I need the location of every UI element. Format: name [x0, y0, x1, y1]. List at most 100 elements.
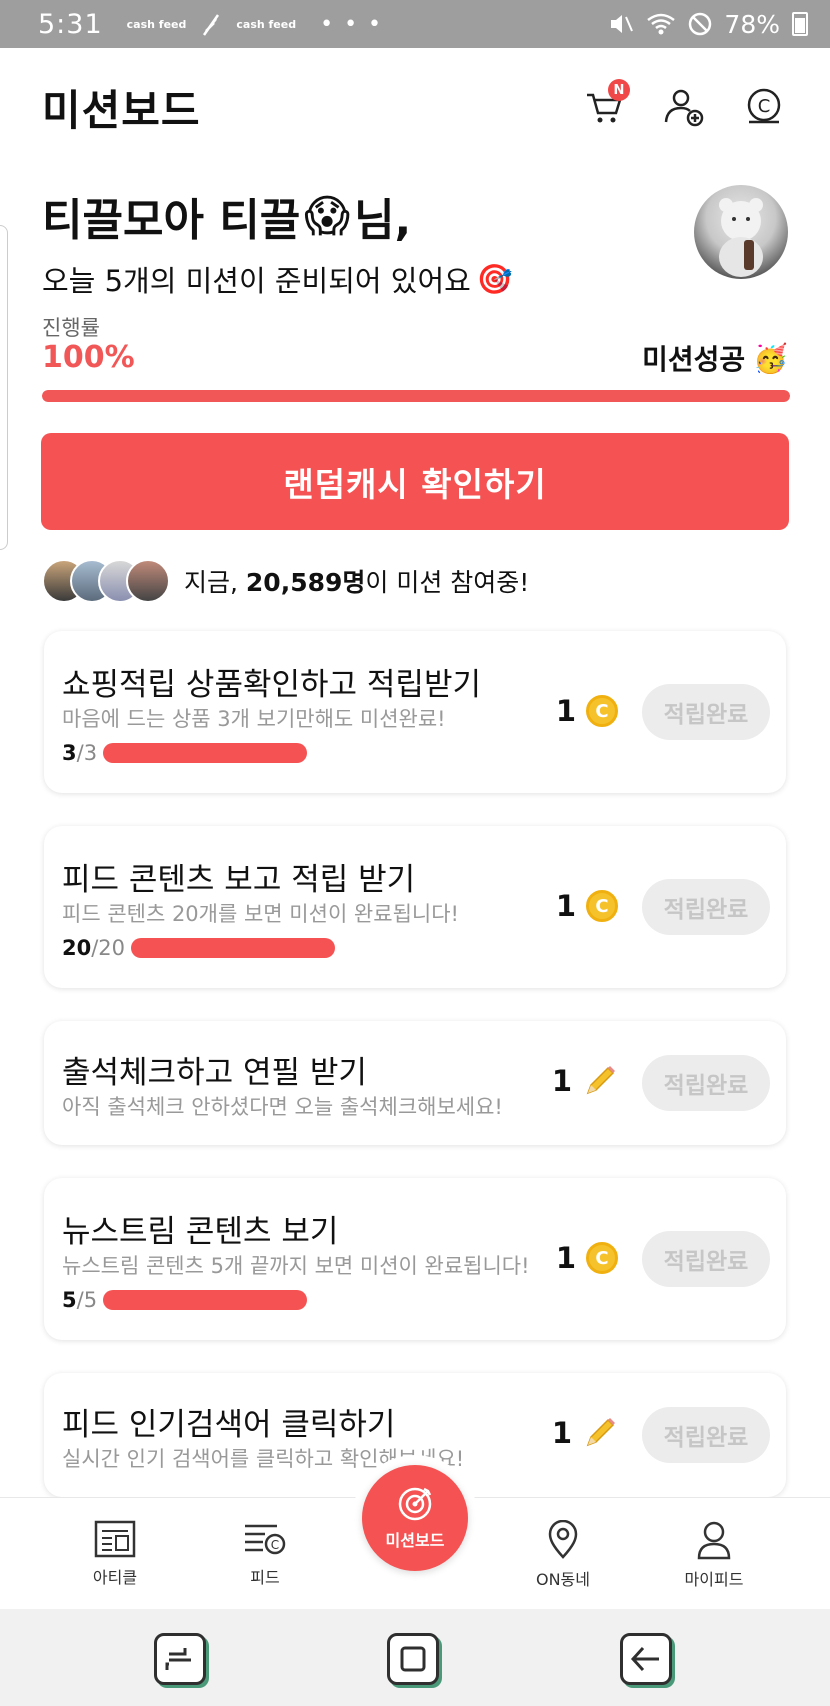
- coin-icon: C: [586, 890, 618, 922]
- nav-on-neighborhood[interactable]: ON동네: [503, 1520, 623, 1590]
- nav-feed-label: 피드: [250, 1568, 280, 1587]
- mission-progress-total: /5: [76, 1288, 98, 1312]
- mission-reward: 1 C: [556, 694, 618, 728]
- participants-text: 지금, 20,589명이 미션 참여중!: [184, 563, 529, 599]
- mission-title: 출석체크하고 연필 받기: [62, 1055, 367, 1091]
- mission-progress-current: 5: [62, 1288, 77, 1312]
- location-pin-icon: [548, 1520, 578, 1559]
- mission-card[interactable]: 출석체크하고 연필 받기 아직 출석체크 안하셨다면 오늘 출석체크해보세요! …: [44, 1021, 786, 1145]
- earned-complete-button[interactable]: 적립완료: [642, 684, 770, 740]
- participants-count: 20,589명: [245, 568, 366, 597]
- mission-card[interactable]: 뉴스트림 콘텐츠 보기 뉴스트림 콘텐츠 5개 끝까지 보면 미션이 완료됩니다…: [44, 1178, 786, 1340]
- mission-desc: 아직 출석체크 안하셨다면 오늘 출석체크해보세요!: [62, 1095, 503, 1119]
- home-button[interactable]: [387, 1633, 439, 1685]
- feed-icon: C: [245, 1524, 286, 1555]
- reward-amount: 1: [555, 1241, 576, 1275]
- do-not-disturb-icon: [689, 12, 712, 36]
- mission-progress: 5/5: [62, 1288, 308, 1312]
- mission-success: 미션성공 🥳: [642, 338, 788, 378]
- target-icon: [398, 1487, 432, 1521]
- earned-complete-button[interactable]: 적립완료: [642, 1231, 770, 1287]
- notification-icons: cash feed cash feed • • •: [127, 11, 383, 37]
- mission-reward: 1: [552, 1063, 618, 1099]
- reward-amount: 1: [551, 1416, 572, 1450]
- cashfeed-notif-icon: cash feed: [236, 17, 297, 31]
- random-cash-button[interactable]: 랜덤캐시 확인하기: [41, 433, 789, 530]
- nav-mission-board[interactable]: 미션보드: [362, 1465, 468, 1571]
- cart-new-badge: N: [608, 79, 630, 101]
- mission-success-label: 미션성공: [642, 343, 746, 376]
- edge-panel-handle[interactable]: [0, 225, 8, 550]
- coin-icon: C: [586, 695, 618, 727]
- greeting: 티끌모아 티끌 😱 님, 오늘 5개의 미션이 준비되어 있어요 🎯: [42, 184, 682, 300]
- reward-amount: 1: [551, 1064, 572, 1098]
- mission-desc: 마음에 드는 상품 3개 보기만해도 미션완료!: [62, 707, 446, 731]
- user-nickname: 티끌모아 티끌: [42, 195, 301, 246]
- header-actions: N C: [580, 79, 788, 131]
- wifi-icon: [647, 13, 676, 35]
- mission-progress: 20/20: [62, 936, 336, 960]
- cash-button[interactable]: C: [740, 83, 788, 131]
- greeting-subtitle: 오늘 5개의 미션이 준비되어 있어요 🎯: [42, 258, 682, 300]
- battery-percent: 78%: [724, 9, 780, 39]
- status-bar: 5:31 cash feed cash feed • • • 78%: [0, 0, 830, 48]
- mission-progress-current: 3: [62, 741, 77, 765]
- page-title: 미션보드: [42, 85, 201, 135]
- nav-mission-label: 미션보드: [385, 1531, 445, 1550]
- scream-emoji: 😱: [304, 190, 351, 242]
- status-time: 5:31: [38, 8, 103, 40]
- cash-coin-icon: C: [747, 88, 781, 124]
- mission-progress: 3/3: [62, 741, 308, 765]
- nav-on-label: ON동네: [535, 1570, 590, 1589]
- mission-title: 피드 인기검색어 클릭하기: [62, 1407, 396, 1443]
- overall-progress-bar: [42, 390, 790, 402]
- mission-title: 쇼핑적립 상품확인하고 적립받기: [62, 667, 481, 703]
- greeting-name: 티끌모아 티끌 😱 님,: [42, 184, 682, 248]
- article-icon: [94, 1520, 136, 1558]
- participants-row: 지금, 20,589명이 미션 참여중!: [42, 558, 529, 604]
- mission-reward: 1 C: [556, 1241, 618, 1275]
- greeting-suffix: 님,: [354, 195, 412, 246]
- nav-feed[interactable]: C 피드: [205, 1520, 325, 1588]
- nav-article-label: 아티클: [92, 1568, 138, 1587]
- mission-title: 피드 콘텐츠 보고 적립 받기: [62, 862, 416, 898]
- target-emoji: 🎯: [476, 261, 513, 296]
- pencil-icon: [586, 1066, 615, 1095]
- mute-icon: [611, 15, 634, 33]
- mission-progress-bar: [103, 1290, 308, 1310]
- mission-progress-total: /20: [91, 936, 126, 960]
- nav-article[interactable]: 아티클: [55, 1520, 175, 1588]
- svg-text:C: C: [758, 96, 771, 117]
- nav-my-label: 마이피드: [684, 1570, 744, 1589]
- svg-text:C: C: [271, 1538, 279, 1552]
- earned-complete-button[interactable]: 적립완료: [642, 1407, 770, 1463]
- progress-label: 진행률: [42, 316, 100, 340]
- party-emoji: 🥳: [753, 341, 788, 375]
- cart-button[interactable]: N: [580, 79, 630, 131]
- battery-icon: [792, 12, 808, 36]
- system-nav-bar: [0, 1609, 830, 1706]
- mission-desc: 뉴스트림 콘텐츠 5개 끝까지 보면 미션이 완료됩니다!: [62, 1254, 530, 1278]
- pencil-icon: [586, 1418, 615, 1447]
- nav-my-feed[interactable]: 마이피드: [654, 1520, 774, 1590]
- add-friend-button[interactable]: [660, 83, 708, 131]
- mission-card[interactable]: 피드 콘텐츠 보고 적립 받기 피드 콘텐츠 20개를 보면 미션이 완료됩니다…: [44, 826, 786, 988]
- add-user-icon: [664, 89, 704, 127]
- profile-icon: [697, 1521, 731, 1560]
- reward-amount: 1: [555, 694, 576, 728]
- earned-complete-button[interactable]: 적립완료: [642, 879, 770, 935]
- earned-complete-button[interactable]: 적립완료: [642, 1055, 770, 1111]
- mission-count-text: 오늘 5개의 미션이 준비되어 있어요: [42, 264, 471, 298]
- mission-card[interactable]: 쇼핑적립 상품확인하고 적립받기 마음에 드는 상품 3개 보기만해도 미션완료…: [44, 631, 786, 793]
- profile-avatar[interactable]: [694, 185, 788, 279]
- mission-desc: 피드 콘텐츠 20개를 보면 미션이 완료됩니다!: [62, 902, 459, 926]
- coin-icon: C: [586, 1242, 618, 1274]
- participants-suffix: 이 미션 참여중!: [365, 568, 530, 597]
- recent-apps-icon: [165, 1648, 191, 1670]
- bear-figure-image: [719, 198, 763, 277]
- status-right: 78%: [608, 10, 808, 39]
- participant-avatar: [126, 559, 170, 603]
- mission-progress-bar: [103, 743, 308, 763]
- recent-apps-button[interactable]: [154, 1633, 206, 1685]
- back-button[interactable]: [620, 1633, 672, 1685]
